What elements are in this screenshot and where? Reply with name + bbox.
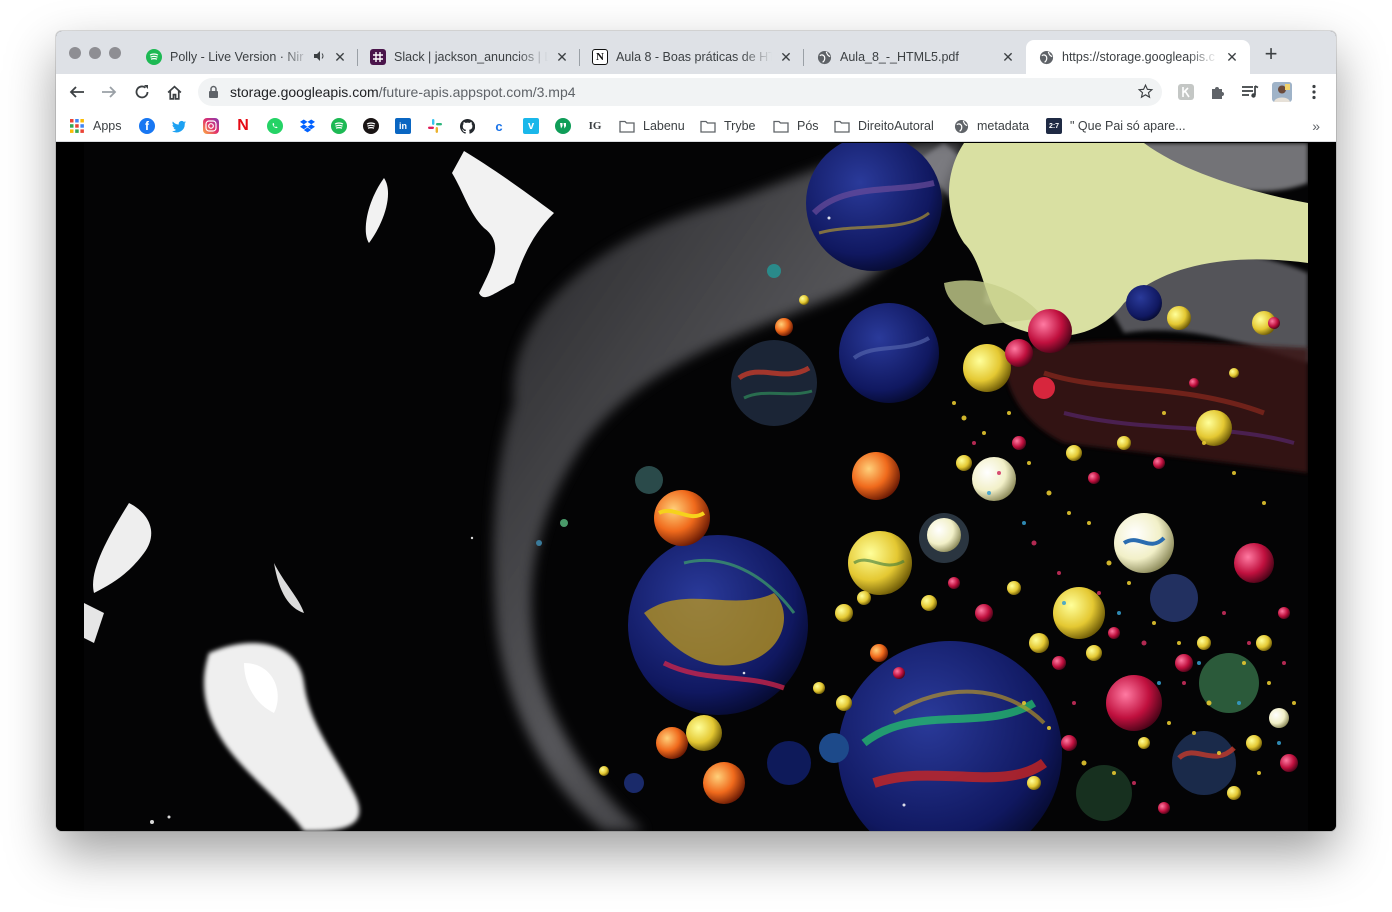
- slack-icon: [427, 118, 443, 134]
- bookmark-instagram[interactable]: [203, 117, 219, 135]
- close-tab-icon[interactable]: ✕: [778, 49, 794, 65]
- globe-icon: [953, 118, 969, 134]
- bookmark-apps[interactable]: Apps: [69, 117, 122, 135]
- globe-icon: [1038, 49, 1054, 65]
- tab-slack[interactable]: Slack | jackson_anuncios | L ✕: [358, 40, 580, 74]
- folder-icon: [619, 118, 635, 134]
- extension-icon[interactable]: [1176, 82, 1196, 102]
- site-badge-icon: 2:7: [1046, 118, 1062, 134]
- ig-text-icon: IG: [588, 120, 602, 132]
- speaker-icon[interactable]: [314, 50, 326, 64]
- tab-title: Polly - Live Version · Nir: [170, 50, 304, 64]
- bookmark-netflix[interactable]: N: [235, 117, 251, 135]
- bookmark-label: " Que Pai só apare...: [1070, 119, 1186, 133]
- tab-strip: Polly - Live Version · Nir ✕ Slack | jac…: [56, 31, 1336, 74]
- video-frame-art: [84, 143, 1308, 831]
- close-window-button[interactable]: [69, 47, 81, 59]
- close-tab-icon[interactable]: ✕: [1224, 49, 1240, 65]
- tab-title: Slack | jackson_anuncios | L: [394, 50, 548, 64]
- netflix-icon: N: [237, 117, 249, 134]
- more-bookmarks-chevron-icon[interactable]: »: [1312, 118, 1320, 134]
- bookmark-github[interactable]: [459, 117, 475, 135]
- navigation-toolbar: storage.googleapis.com/future-apis.appsp…: [56, 74, 1336, 110]
- forward-button[interactable]: [99, 82, 119, 102]
- bookmark-folder-direitoautoral[interactable]: DireitoAutoral: [834, 117, 934, 135]
- bookmark-vimeo[interactable]: v: [523, 117, 539, 135]
- bookmark-c[interactable]: c: [491, 117, 507, 135]
- home-button[interactable]: [164, 82, 184, 102]
- bookmark-folder-labenu[interactable]: Labenu: [619, 117, 685, 135]
- folder-icon: [834, 118, 850, 134]
- url-path: /future-apis.appspot.com/3.mp4: [378, 84, 576, 100]
- spotify-icon: [331, 118, 347, 134]
- zoom-window-button[interactable]: [109, 47, 121, 59]
- bookmark-label: Pós: [797, 119, 819, 133]
- c-logo-icon: c: [495, 118, 503, 134]
- bookmark-folder-trybe[interactable]: Trybe: [700, 117, 756, 135]
- tab-title: https://storage.googleapis.c: [1062, 50, 1215, 64]
- bookmark-que-pai[interactable]: 2:7 " Que Pai só apare...: [1046, 117, 1186, 135]
- vimeo-icon: v: [523, 118, 539, 134]
- spotify-icon: [363, 118, 379, 134]
- bookmark-star-icon[interactable]: [1137, 83, 1154, 105]
- bookmark-label: Apps: [93, 119, 122, 133]
- tab-aula8-pdf[interactable]: Aula_8_-_HTML5.pdf ✕: [804, 40, 1026, 74]
- video-player[interactable]: [84, 143, 1308, 831]
- bookmark-folder-pos[interactable]: Pós: [773, 117, 819, 135]
- whatsapp-icon: [267, 118, 283, 134]
- bookmark-label: Trybe: [724, 119, 756, 133]
- bookmark-slack[interactable]: [427, 117, 443, 135]
- bookmark-linkedin[interactable]: in: [395, 117, 411, 135]
- bookmark-hangouts[interactable]: [555, 117, 571, 135]
- github-icon: [459, 118, 475, 134]
- notion-icon: N: [592, 49, 608, 65]
- bookmark-label: DireitoAutoral: [858, 119, 934, 133]
- folder-icon: [773, 118, 789, 134]
- instagram-icon: [203, 118, 219, 134]
- media-viewport: [56, 143, 1336, 831]
- tab-aula8-notion[interactable]: N Aula 8 - Boas práticas de HT ✕: [580, 40, 804, 74]
- browser-window: Polly - Live Version · Nir ✕ Slack | jac…: [56, 31, 1336, 831]
- bookmarks-bar: Apps f N in c v IG Labenu Trybe Pós Dire…: [56, 110, 1336, 142]
- folder-icon: [700, 118, 716, 134]
- linkedin-icon: in: [395, 118, 411, 134]
- tab-title: Aula 8 - Boas práticas de HT: [616, 50, 772, 64]
- bookmark-twitter[interactable]: [171, 117, 187, 135]
- reload-button[interactable]: [132, 82, 152, 102]
- slack-icon: [370, 49, 386, 65]
- more-menu-icon[interactable]: [1304, 82, 1324, 102]
- hangouts-icon: [555, 118, 571, 134]
- url-domain: storage.googleapis.com: [230, 84, 379, 100]
- bookmark-ig[interactable]: IG: [587, 117, 603, 135]
- minimize-window-button[interactable]: [89, 47, 101, 59]
- tab-title: Aula_8_-_HTML5.pdf: [840, 50, 959, 64]
- bookmark-label: metadata: [977, 119, 1030, 133]
- tab-storage-active[interactable]: https://storage.googleapis.c ✕: [1026, 40, 1250, 74]
- bookmark-spotify[interactable]: [331, 117, 347, 135]
- address-bar[interactable]: storage.googleapis.com/future-apis.appsp…: [198, 78, 1162, 106]
- url-text[interactable]: storage.googleapis.com/future-apis.appsp…: [230, 84, 576, 100]
- back-button[interactable]: [67, 82, 87, 102]
- facebook-icon: f: [139, 118, 155, 134]
- bookmark-spotify-dark[interactable]: [363, 117, 379, 135]
- new-tab-button[interactable]: +: [1262, 43, 1280, 65]
- twitter-icon: [171, 118, 187, 134]
- globe-icon: [816, 49, 832, 65]
- bookmark-dropbox[interactable]: [299, 117, 315, 135]
- media-controls-icon[interactable]: [1240, 82, 1260, 102]
- close-tab-icon[interactable]: ✕: [1000, 49, 1016, 65]
- close-tab-icon[interactable]: ✕: [332, 49, 348, 65]
- bookmark-label: Labenu: [643, 119, 685, 133]
- bookmark-whatsapp[interactable]: [267, 117, 283, 135]
- bookmark-facebook[interactable]: f: [139, 117, 155, 135]
- close-tab-icon[interactable]: ✕: [554, 49, 570, 65]
- dropbox-icon: [299, 118, 315, 134]
- spotify-icon: [146, 49, 162, 65]
- extensions-puzzle-icon[interactable]: [1208, 82, 1228, 102]
- lock-icon[interactable]: [208, 85, 219, 104]
- bookmark-metadata[interactable]: metadata: [953, 117, 1029, 135]
- profile-avatar[interactable]: [1272, 82, 1292, 102]
- apps-grid-icon: [69, 118, 85, 134]
- tab-polly[interactable]: Polly - Live Version · Nir ✕: [134, 40, 358, 74]
